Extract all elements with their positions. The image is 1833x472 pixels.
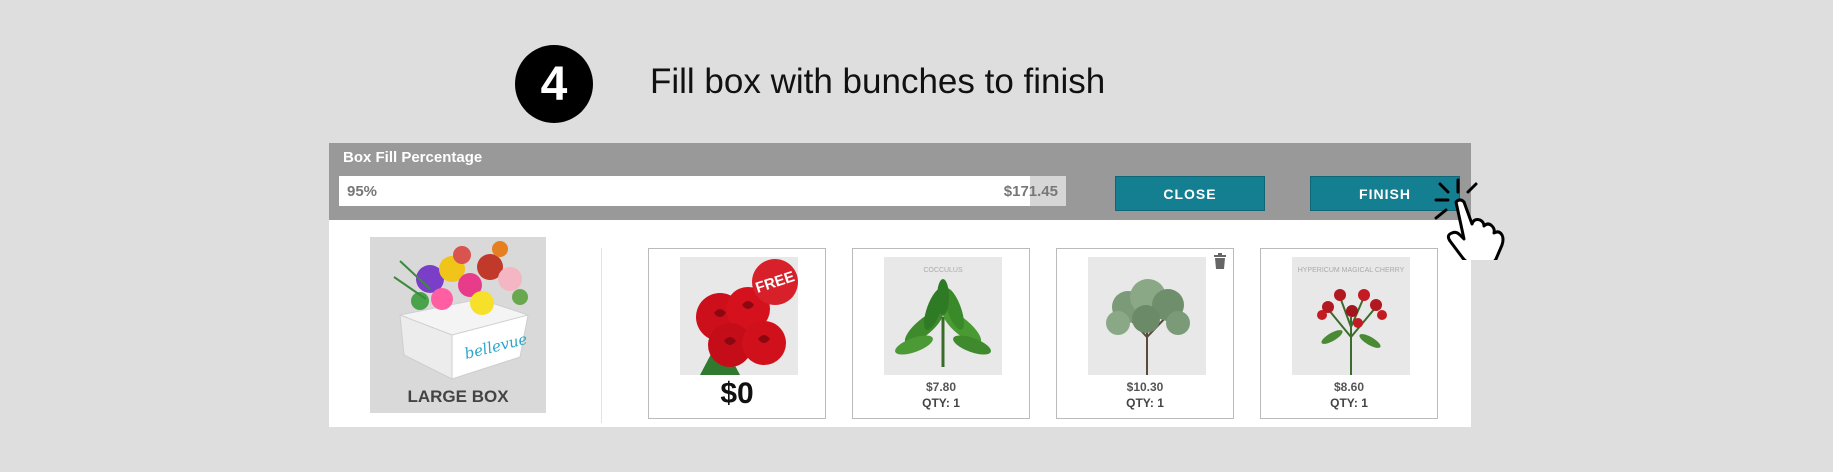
product-qty: QTY: 1 xyxy=(922,396,960,410)
pointer-hand-icon xyxy=(1434,178,1505,260)
product-image-caption: HYPERICUM MAGICAL CHERRY xyxy=(1297,267,1405,274)
box-label: LARGE BOX xyxy=(407,387,509,406)
product-image-caption: COCCULUS xyxy=(923,267,963,274)
divider xyxy=(601,248,602,423)
step-number-badge: 4 xyxy=(515,45,593,123)
product-qty: QTY: 1 xyxy=(1330,396,1368,410)
product-image-hypericum: HYPERICUM MAGICAL CHERRY xyxy=(1292,257,1410,375)
product-image-roses: FREE xyxy=(680,257,798,375)
large-box-card[interactable]: bellevue LARGE BOX xyxy=(370,237,546,413)
product-card[interactable]: $10.30 QTY: 1 xyxy=(1056,248,1234,419)
product-card[interactable]: HYPERICUM MAGICAL CHERRY $8.60 QTY: 1 xyxy=(1260,248,1438,419)
product-card[interactable]: COCCULUS $7.80 QTY: 1 xyxy=(852,248,1030,419)
step-title: Fill box with bunches to finish xyxy=(650,62,1106,101)
progress-fill xyxy=(339,176,1030,206)
product-price: $0 xyxy=(720,377,754,410)
step-number: 4 xyxy=(540,57,568,111)
box-fill-progress-bar: 95% $171.45 xyxy=(339,176,1066,206)
trash-icon[interactable] xyxy=(1213,253,1227,269)
product-image-eucalyptus xyxy=(1088,257,1206,375)
product-image-cocculus: COCCULUS xyxy=(884,257,1002,375)
progress-total-price: $171.45 xyxy=(1003,183,1058,200)
product-card[interactable]: FREE $0 xyxy=(648,248,826,419)
progress-percent: 95% xyxy=(347,183,378,200)
close-button[interactable]: CLOSE xyxy=(1115,176,1265,211)
flower-box-image: bellevue xyxy=(393,241,529,380)
box-fill-label: Box Fill Percentage xyxy=(343,149,483,166)
panel-header: Box Fill Percentage 95% $171.45 CLOSE FI… xyxy=(329,143,1471,220)
product-price: $10.30 xyxy=(1126,380,1164,394)
product-price: $7.80 xyxy=(925,380,957,394)
product-qty: QTY: 1 xyxy=(1126,396,1164,410)
product-price: $8.60 xyxy=(1333,380,1365,394)
box-builder-panel: Box Fill Percentage 95% $171.45 CLOSE FI… xyxy=(329,143,1471,427)
